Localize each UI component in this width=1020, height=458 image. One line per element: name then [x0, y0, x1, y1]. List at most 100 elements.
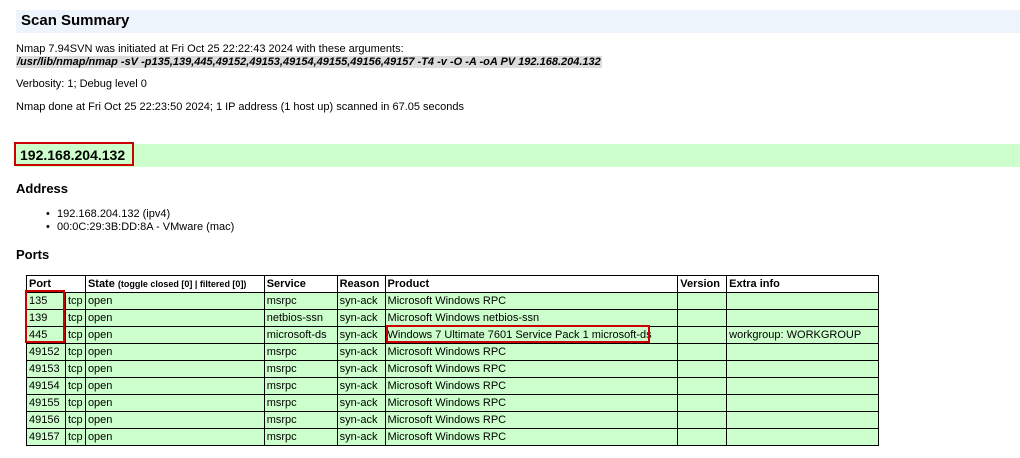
- reason-cell: syn-ack: [336, 309, 386, 327]
- address-heading: Address: [16, 181, 69, 196]
- state-cell: open: [84, 394, 265, 412]
- service-cell: msrpc: [263, 428, 338, 446]
- col-reason-header: Reason: [336, 275, 386, 293]
- host-header-bar: [16, 144, 1020, 167]
- col-product-header: Product: [384, 275, 679, 293]
- version-cell: [677, 292, 728, 310]
- extra-info-cell: [726, 377, 879, 395]
- port-row: 49153 tcp open msrpc syn-ack Microsoft Window…: [26, 360, 879, 378]
- scan-done-line: Nmap done at Fri Oct 25 22:23:50 2024; 1…: [16, 101, 465, 113]
- service-cell: msrpc: [263, 394, 338, 412]
- address-ipv4: 192.168.204.132 (ipv4): [57, 208, 171, 220]
- service-cell: msrpc: [263, 411, 338, 429]
- address-item: • 00:0C:29:3B:DD:8A - VMware (mac): [45, 221, 234, 234]
- reason-cell: syn-ack: [336, 326, 386, 344]
- protocol-cell: tcp: [64, 377, 86, 395]
- version-cell: [677, 394, 728, 412]
- extra-info-cell: [726, 428, 879, 446]
- service-cell: netbios-ssn: [263, 309, 338, 327]
- state-cell: open: [84, 343, 265, 361]
- verbosity-line: Verbosity: 1; Debug level 0: [16, 78, 147, 90]
- protocol-cell: tcp: [64, 326, 86, 344]
- protocol-cell: tcp: [64, 428, 86, 446]
- reason-cell: syn-ack: [336, 411, 386, 429]
- col-extra-header: Extra info: [726, 275, 879, 293]
- port-row: 49157 tcp open msrpc syn-ack Microsoft Window…: [26, 428, 879, 446]
- product-cell: Microsoft Windows netbios-ssn: [384, 309, 679, 327]
- reason-cell: syn-ack: [336, 394, 386, 412]
- protocol-cell: tcp: [64, 360, 86, 378]
- extra-info-cell: [726, 309, 879, 327]
- port-row: 49154 tcp open msrpc syn-ack Microsoft Window…: [26, 377, 879, 395]
- version-cell: [677, 360, 728, 378]
- extra-info-cell: [726, 411, 879, 429]
- col-version-header: Version: [677, 275, 728, 293]
- reason-cell: syn-ack: [336, 343, 386, 361]
- ports-header-row: Port State (toggle closed [0] | filtered…: [26, 275, 879, 293]
- extra-info-cell: [726, 394, 879, 412]
- port-row: 135 tcp open msrpc syn-ack Microsoft Windows …: [26, 292, 879, 310]
- extra-info-cell: [726, 292, 879, 310]
- version-cell: [677, 428, 728, 446]
- scan-summary-header: Scan Summary: [16, 10, 1020, 33]
- product-cell: Windows 7 Ultimate 7601 Service Pack 1 m…: [384, 326, 679, 344]
- reason-cell: syn-ack: [336, 377, 386, 395]
- port-cell: 49157: [26, 428, 66, 446]
- state-cell: open: [84, 411, 265, 429]
- reason-cell: syn-ack: [336, 360, 386, 378]
- port-row: 139 tcp open netbios-ssn syn-ack Microsoft Wi…: [26, 309, 879, 327]
- port-cell: 135: [26, 292, 66, 310]
- state-cell: open: [84, 309, 265, 327]
- port-cell: 49153: [26, 360, 66, 378]
- version-cell: [677, 326, 728, 344]
- product-cell: Microsoft Windows RPC: [384, 394, 679, 412]
- version-cell: [677, 309, 728, 327]
- service-cell: microsoft-ds: [263, 326, 338, 344]
- service-cell: msrpc: [263, 360, 338, 378]
- ports-table: Port State (toggle closed [0] | filtered…: [26, 275, 879, 446]
- address-item: • 192.168.204.132 (ipv4): [45, 208, 234, 221]
- scan-command: /usr/lib/nmap/nmap -sV -p135,139,445,491…: [16, 56, 602, 68]
- col-state-header: State (toggle closed [0] | filtered [0]): [84, 275, 265, 293]
- port-cell: 49155: [26, 394, 66, 412]
- product-cell: Microsoft Windows RPC: [384, 428, 679, 446]
- ports-heading: Ports: [16, 247, 50, 262]
- reason-cell: syn-ack: [336, 428, 386, 446]
- product-cell: Microsoft Windows RPC: [384, 343, 679, 361]
- port-cell: 139: [26, 309, 66, 327]
- service-cell: msrpc: [263, 292, 338, 310]
- protocol-cell: tcp: [64, 343, 86, 361]
- scan-init-line: Nmap 7.94SVN was initiated at Fri Oct 25…: [16, 43, 404, 55]
- service-cell: msrpc: [263, 377, 338, 395]
- port-cell: 49152: [26, 343, 66, 361]
- extra-info-cell: [726, 343, 879, 361]
- col-port-header: Port: [26, 275, 86, 293]
- version-cell: [677, 377, 728, 395]
- port-cell: 445: [26, 326, 66, 344]
- product-cell: Microsoft Windows RPC: [384, 292, 679, 310]
- port-cell: 49154: [26, 377, 66, 395]
- state-toggle-link[interactable]: (toggle closed [0] | filtered [0]): [118, 279, 247, 289]
- port-row: 49155 tcp open msrpc syn-ack Microsoft Window…: [26, 394, 879, 412]
- state-cell: open: [84, 428, 265, 446]
- bullet-icon: •: [46, 208, 50, 220]
- service-cell: msrpc: [263, 343, 338, 361]
- product-cell: Microsoft Windows RPC: [384, 360, 679, 378]
- col-service-header: Service: [263, 275, 338, 293]
- state-cell: open: [84, 292, 265, 310]
- extra-info-cell: [726, 360, 879, 378]
- port-row: 49152 tcp open msrpc syn-ack Microsoft Window…: [26, 343, 879, 361]
- bullet-icon: •: [46, 221, 50, 233]
- scan-command-line: /usr/lib/nmap/nmap -sV -p135,139,445,491…: [16, 56, 602, 69]
- version-cell: [677, 411, 728, 429]
- product-cell: Microsoft Windows RPC: [384, 411, 679, 429]
- port-cell: 49156: [26, 411, 66, 429]
- state-cell: open: [84, 360, 265, 378]
- host-ip-highlight-box: [14, 142, 134, 166]
- address-list: • 192.168.204.132 (ipv4) • 00:0C:29:3B:DD:…: [45, 208, 234, 234]
- protocol-cell: tcp: [64, 292, 86, 310]
- product-cell: Microsoft Windows RPC: [384, 377, 679, 395]
- state-label: State: [87, 277, 115, 290]
- protocol-cell: tcp: [64, 411, 86, 429]
- state-cell: open: [84, 377, 265, 395]
